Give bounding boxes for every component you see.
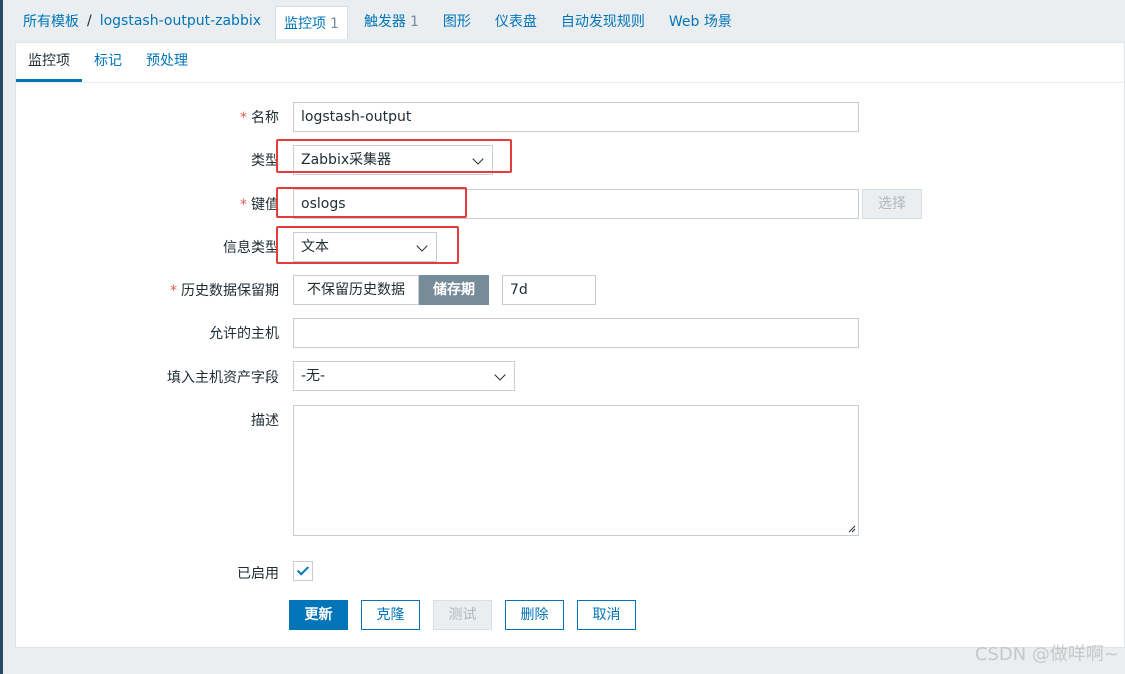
footer-strip	[3, 648, 1125, 674]
highlight-box-type	[276, 139, 512, 173]
required-marker: *	[240, 197, 247, 213]
name-label-text: 名称	[251, 110, 279, 126]
subtab-tags[interactable]: 标记	[82, 50, 134, 82]
enabled-checkbox[interactable]	[293, 561, 313, 581]
tab-discovery-rules[interactable]: 自动发现规则	[561, 11, 645, 31]
description-label: 描述	[251, 413, 279, 429]
left-sidebar-edge	[0, 0, 3, 674]
chevron-down-icon	[494, 369, 506, 381]
sub-tabs: 监控项 标记 预处理	[16, 43, 1124, 83]
history-mode-toggle: 不保留历史数据 储存期	[293, 275, 489, 305]
highlight-box-key	[276, 187, 467, 218]
select-key-button[interactable]: 选择	[862, 189, 922, 219]
tab-triggers-count: 1	[409, 14, 419, 30]
history-period-input[interactable]: 7d	[502, 275, 596, 305]
breadcrumb-separator: /	[87, 13, 92, 29]
update-button[interactable]: 更新	[289, 600, 348, 630]
type-label: 类型	[251, 153, 279, 169]
key-label-text: 键值	[251, 197, 279, 213]
resize-handle-icon[interactable]	[848, 525, 856, 533]
tab-dashboards[interactable]: 仪表盘	[495, 11, 537, 31]
breadcrumb-all-templates[interactable]: 所有模板	[23, 11, 79, 31]
allowed-hosts-input[interactable]	[293, 318, 859, 348]
tab-triggers-label: 触发器	[363, 14, 406, 30]
watermark-text: CSDN @做咩啊~	[974, 644, 1119, 665]
subtab-preprocessing[interactable]: 预处理	[134, 50, 200, 82]
name-label: * 名称	[240, 107, 279, 127]
required-marker: *	[240, 110, 247, 126]
tab-triggers[interactable]: 触发器 1	[364, 11, 419, 31]
checkmark-icon	[296, 563, 310, 576]
key-label: * 键值	[240, 194, 279, 214]
tab-items[interactable]: 监控项 1	[275, 5, 348, 39]
highlight-box-info-type	[276, 226, 459, 264]
tab-web-scenarios[interactable]: Web 场景	[669, 11, 732, 31]
clone-button[interactable]: 克隆	[361, 600, 420, 630]
breadcrumb-template-name[interactable]: logstash-output-zabbix	[100, 13, 261, 29]
tab-items-count: 1	[330, 15, 339, 32]
inventory-select[interactable]: -无-	[293, 361, 515, 391]
delete-button[interactable]: 删除	[505, 600, 564, 630]
enabled-label: 已启用	[237, 566, 279, 582]
breadcrumb-nav: 所有模板 / logstash-output-zabbix 监控项 1 触发器 1 …	[3, 0, 1125, 42]
tab-items-label: 监控项	[284, 15, 327, 32]
history-option-period[interactable]: 储存期	[419, 275, 489, 305]
info-type-label: 信息类型	[223, 240, 279, 256]
cancel-button[interactable]: 取消	[577, 600, 636, 630]
history-label-text: 历史数据保留期	[181, 283, 279, 299]
inventory-select-value: -无-	[301, 368, 326, 384]
history-label: * 历史数据保留期	[170, 280, 279, 300]
allowed-hosts-label: 允许的主机	[209, 326, 279, 342]
history-option-none[interactable]: 不保留历史数据	[293, 275, 419, 305]
tab-graphs[interactable]: 图形	[443, 11, 471, 31]
description-textarea[interactable]	[293, 405, 859, 536]
item-form-panel: 监控项 标记 预处理 * 名称 logstash-output 类型 Zabbix…	[15, 42, 1125, 648]
name-input[interactable]: logstash-output	[293, 102, 859, 132]
test-button[interactable]: 测试	[433, 600, 492, 630]
subtab-item[interactable]: 监控项	[16, 50, 82, 82]
inventory-label: 填入主机资产字段	[167, 370, 279, 386]
required-marker: *	[170, 283, 177, 299]
